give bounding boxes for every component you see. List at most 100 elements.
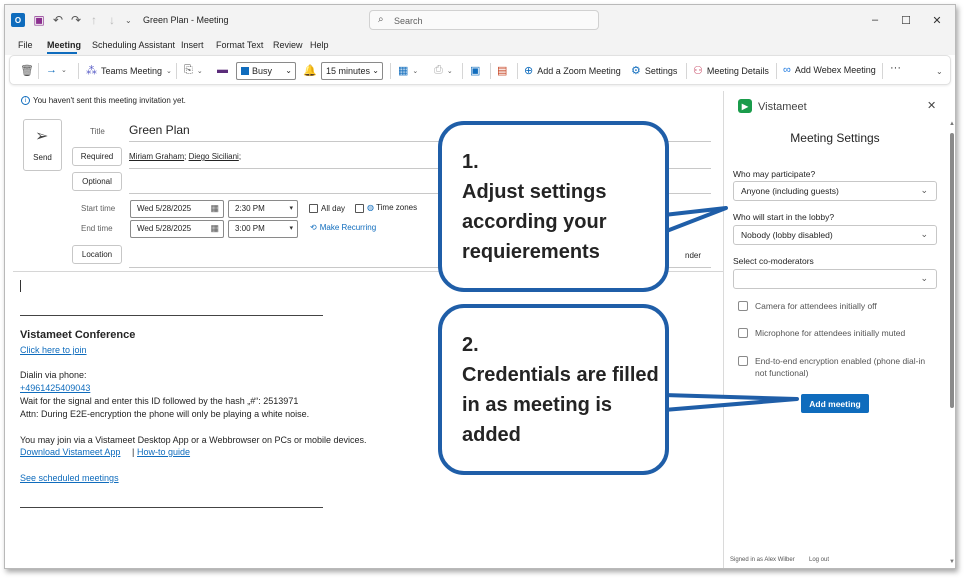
chevron-down-icon: ⌄ bbox=[372, 66, 379, 75]
conference-title: Vistameet Conference bbox=[20, 329, 136, 341]
menu-format-text[interactable]: Format Text bbox=[216, 40, 263, 50]
title-input[interactable]: Green Plan bbox=[129, 123, 190, 137]
arrow-right-icon: → bbox=[46, 64, 57, 76]
calendar-app-button[interactable]: ▤ bbox=[497, 64, 507, 77]
add-meeting-button[interactable]: Add meeting bbox=[801, 394, 869, 413]
participate-value: Anyone (including guests) bbox=[741, 186, 839, 196]
chevron-down-icon: ▾ bbox=[289, 205, 293, 212]
maximize-button[interactable]: ☐ bbox=[898, 14, 914, 27]
menu-help[interactable]: Help bbox=[310, 40, 329, 50]
start-time-select[interactable]: 2:30 PM ▾ bbox=[228, 200, 298, 218]
start-date-picker[interactable]: Wed 5/28/2025 ▦ bbox=[130, 200, 224, 218]
separator-line bbox=[20, 507, 323, 508]
make-recurring-button[interactable]: ⟲ Make Recurring bbox=[310, 223, 376, 232]
join-link[interactable]: Click here to join bbox=[20, 345, 87, 355]
attn-note: Attn: During E2E-encryption the phone wi… bbox=[20, 409, 310, 419]
mic-muted-checkbox[interactable] bbox=[738, 328, 748, 338]
save-icon[interactable]: ▣ bbox=[33, 13, 45, 27]
send-button[interactable]: ➢ Send bbox=[23, 119, 62, 171]
link-separator: | bbox=[132, 447, 135, 457]
categorize-button[interactable]: ▦ ⌄ bbox=[398, 64, 418, 77]
info-message: You haven't sent this meeting invitation… bbox=[33, 96, 186, 105]
close-button[interactable]: ✕ bbox=[929, 14, 945, 27]
menu-review[interactable]: Review bbox=[273, 40, 303, 50]
people-icon: ⚇ bbox=[693, 65, 703, 77]
scroll-thumb[interactable] bbox=[950, 133, 954, 408]
calendar-icon: ▦ bbox=[210, 203, 219, 213]
ribbon-divider bbox=[462, 63, 463, 79]
close-panel-icon[interactable]: ✕ bbox=[927, 99, 936, 112]
settings-button[interactable]: ⚙ Settings bbox=[631, 64, 677, 77]
time-zones-checkbox[interactable] bbox=[355, 204, 364, 213]
plus-circle-icon: ⊕ bbox=[524, 65, 534, 77]
end-time-select[interactable]: 3:00 PM ▾ bbox=[228, 220, 298, 238]
add-webex-meeting-button[interactable]: ∞ Add Webex Meeting bbox=[783, 64, 876, 76]
menu-insert[interactable]: Insert bbox=[181, 40, 204, 50]
meeting-notes-button[interactable]: ⎘ ⌄ bbox=[184, 64, 203, 77]
attendee-chip[interactable]: Diego Siciliani bbox=[189, 152, 239, 161]
add-zoom-meeting-button[interactable]: ⊕ Add a Zoom Meeting bbox=[524, 64, 621, 77]
vistameet-panel: ▶ Vistameet ✕ Meeting Settings Who may p… bbox=[723, 91, 955, 568]
all-day-label: All day bbox=[321, 204, 346, 213]
undo-icon[interactable]: ↶ bbox=[53, 13, 63, 27]
arrow-down-icon[interactable]: ↓ bbox=[109, 13, 115, 27]
ribbon-divider bbox=[882, 63, 883, 79]
download-app-link[interactable]: Download Vistameet App bbox=[20, 447, 120, 457]
scroll-up-icon[interactable]: ▲ bbox=[949, 121, 955, 127]
participate-select[interactable]: Anyone (including guests) ⌄ bbox=[733, 181, 937, 201]
busy-swatch bbox=[241, 67, 249, 75]
apps-button[interactable]: ▣ bbox=[470, 64, 480, 77]
lobby-select[interactable]: Nobody (lobby disabled) ⌄ bbox=[733, 225, 937, 245]
reminder-select[interactable]: 15 minutes ⌄ bbox=[321, 62, 383, 80]
optional-button[interactable]: Optional bbox=[72, 172, 122, 191]
end-date-value: Wed 5/28/2025 bbox=[137, 224, 192, 233]
join-options-text: You may join via a Vistameet Desktop App… bbox=[20, 435, 367, 445]
scroll-down-icon[interactable]: ▼ bbox=[949, 559, 955, 565]
menu-file[interactable]: File bbox=[18, 40, 33, 50]
phone-link[interactable]: +4961425409043 bbox=[20, 383, 90, 393]
panel-scrollbar[interactable]: ▲ ▼ bbox=[949, 121, 955, 566]
e2e-encryption-checkbox[interactable] bbox=[738, 356, 748, 366]
meeting-details-button[interactable]: ⚇ Meeting Details bbox=[693, 64, 769, 77]
required-attendees-field[interactable]: Miriam Graham; Diego Siciliani; bbox=[129, 152, 241, 161]
teams-meeting-button[interactable]: ⁂ Teams Meeting ⌄ bbox=[86, 64, 172, 77]
ribbon-divider bbox=[38, 63, 39, 79]
redo-icon[interactable]: ↷ bbox=[71, 13, 81, 27]
camera-off-checkbox[interactable] bbox=[738, 301, 748, 311]
ribbon-divider bbox=[776, 63, 777, 79]
start-date-value: Wed 5/28/2025 bbox=[137, 204, 192, 213]
customize-chevron-icon[interactable]: ⌄ bbox=[125, 13, 132, 27]
search-box[interactable]: ⌕ Search bbox=[369, 10, 599, 30]
menu-meeting[interactable]: Meeting bbox=[47, 40, 81, 50]
teams-meeting-label: Teams Meeting bbox=[101, 65, 163, 76]
vistameet-logo-icon: ▶ bbox=[738, 99, 752, 113]
logout-link[interactable]: Log out bbox=[809, 557, 829, 563]
howto-guide-link[interactable]: How-to guide bbox=[137, 447, 190, 457]
required-button[interactable]: Required bbox=[72, 147, 122, 166]
more-options-button[interactable]: ··· bbox=[890, 62, 901, 74]
active-tab-indicator bbox=[47, 52, 77, 54]
time-zones-label: ◍ Time zones bbox=[367, 203, 417, 212]
send-icon: ➢ bbox=[35, 128, 49, 145]
all-day-checkbox[interactable] bbox=[309, 204, 318, 213]
end-date-picker[interactable]: Wed 5/28/2025 ▦ bbox=[130, 220, 224, 238]
meeting-details-label: Meeting Details bbox=[706, 65, 769, 76]
callout-2-text: 2. Credentials are filled in as meeting … bbox=[462, 330, 662, 450]
forward-button[interactable]: → ⌄ bbox=[46, 64, 67, 76]
expand-ribbon-icon[interactable]: ⌄ bbox=[936, 67, 943, 76]
delete-button[interactable]: 🗑 bbox=[20, 64, 34, 77]
comoderators-select[interactable]: ⌄ bbox=[733, 269, 937, 289]
tags-button[interactable]: ⎙ ⌄ bbox=[434, 64, 453, 77]
minimize-button[interactable]: – bbox=[867, 14, 883, 26]
show-as-select[interactable]: Busy ⌄ bbox=[236, 62, 296, 80]
reminder-text-partial: nder bbox=[685, 251, 702, 260]
comoderators-label: Select co-moderators bbox=[733, 256, 814, 266]
scheduled-meetings-link[interactable]: See scheduled meetings bbox=[20, 473, 119, 483]
lobby-value: Nobody (lobby disabled) bbox=[741, 230, 833, 240]
arrow-up-icon[interactable]: ↑ bbox=[91, 13, 97, 27]
attendee-chip[interactable]: Miriam Graham bbox=[129, 152, 184, 161]
location-button[interactable]: Location bbox=[72, 245, 122, 264]
ribbon-divider bbox=[490, 63, 491, 79]
menu-scheduling-assistant[interactable]: Scheduling Assistant bbox=[92, 40, 175, 50]
ribbon-toolbar: 🗑 → ⌄ ⁂ Teams Meeting ⌄ ⎘ ⌄ ▬ Busy ⌄ 🔔 15 mi… bbox=[9, 55, 951, 85]
